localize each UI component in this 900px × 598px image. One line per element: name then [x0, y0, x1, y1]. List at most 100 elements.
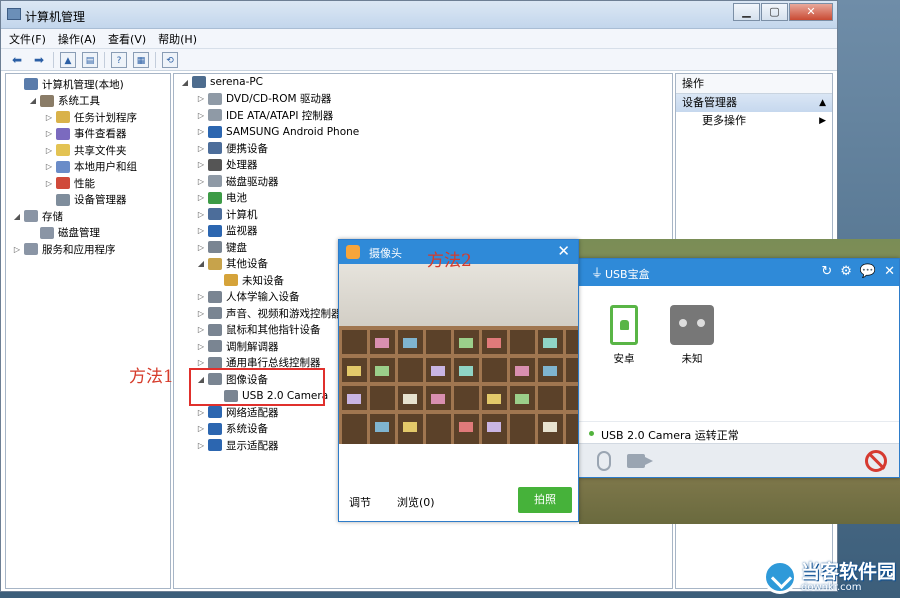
menu-help[interactable]: 帮助(H)	[158, 31, 197, 47]
device-tree-item[interactable]: ▷ 调制解调器	[196, 338, 279, 354]
maximize-button[interactable]: ▢	[761, 3, 788, 21]
menu-view[interactable]: 查看(V)	[108, 31, 146, 47]
device-tree-item[interactable]: ▷ 显示适配器	[196, 437, 279, 453]
refresh-icon[interactable]: ↻	[821, 264, 832, 279]
bookshelf	[339, 326, 578, 444]
device-tree-item[interactable]: ◢ 其他设备	[196, 256, 268, 272]
expander-triangle-icon[interactable]: ▷	[196, 127, 206, 136]
properties-icon[interactable]: ▦	[133, 51, 149, 68]
menu-action[interactable]: 操作(A)	[58, 31, 96, 47]
device-tree-item[interactable]: ▷ SAMSUNG Android Phone	[196, 124, 359, 140]
forward-arrow-icon[interactable]: ➡	[31, 52, 47, 68]
browse-link[interactable]: 浏览(0)	[397, 494, 435, 510]
expander-triangle-icon[interactable]: ▷	[196, 177, 206, 186]
console-tree-item[interactable]: ▷ 事件查看器	[44, 126, 127, 142]
device-tree-item[interactable]: ▷ 键盘	[196, 239, 247, 255]
up-folder-icon[interactable]: ▲	[60, 51, 76, 68]
device-unknown[interactable]: 未知	[667, 305, 717, 366]
device-tree-label: 调制解调器	[226, 340, 279, 353]
expander-triangle-icon[interactable]: ▷	[44, 179, 54, 188]
device-tree-item[interactable]: ▷ 人体学输入设备	[196, 289, 300, 305]
device-tree-item[interactable]: ▷ DVD/CD-ROM 驱动器	[196, 91, 331, 107]
show-hide-tree-icon[interactable]: ▤	[82, 51, 98, 68]
help-icon[interactable]: ?	[111, 51, 127, 68]
expander-triangle-icon[interactable]: ▷	[196, 325, 206, 334]
expander-triangle-icon[interactable]: ▷	[196, 94, 206, 103]
usb-guard-title-bar[interactable]: ⏚ USB宝盒 ↻ ⚙ 💬 ✕	[579, 259, 899, 286]
console-tree-item[interactable]: 磁盘管理	[28, 225, 100, 241]
expander-triangle-icon[interactable]: ▷	[44, 129, 54, 138]
expander-triangle-icon[interactable]: ▷	[196, 243, 206, 252]
actions-device-manager[interactable]: 设备管理器 ▲	[676, 94, 832, 112]
expander-triangle-icon[interactable]: ▷	[196, 441, 206, 450]
device-tree-item[interactable]: ▷ 便携设备	[196, 140, 268, 156]
expander-triangle-icon[interactable]: ◢	[196, 259, 206, 268]
shelf-item	[459, 366, 473, 376]
expander-triangle-icon[interactable]: ▷	[196, 210, 206, 219]
console-tree-item[interactable]: 计算机管理(本地)	[12, 76, 124, 92]
mouse-icon[interactable]	[597, 451, 611, 471]
console-tree-item[interactable]: 设备管理器	[44, 192, 127, 208]
console-tree-item[interactable]: ▷ 性能	[44, 175, 95, 191]
feedback-icon[interactable]: 💬	[860, 264, 876, 279]
android-phone-icon	[610, 305, 638, 345]
device-tree-item[interactable]: ▷ 鼠标和其他指针设备	[196, 322, 321, 338]
device-tree-item[interactable]: ▷ 监视器	[196, 223, 258, 239]
console-tree-item[interactable]: ◢ 存储	[12, 208, 63, 224]
expander-triangle-icon[interactable]: ▷	[196, 111, 206, 120]
expander-triangle-icon[interactable]: ◢	[12, 212, 22, 221]
settings-gear-icon[interactable]: ⚙	[840, 264, 852, 279]
device-android[interactable]: 安卓	[599, 305, 649, 366]
wifi-disabled-icon[interactable]	[865, 450, 887, 472]
expander-triangle-icon[interactable]: ▷	[196, 408, 206, 417]
console-tree-item[interactable]: ▷ 共享文件夹	[44, 142, 127, 158]
expander-triangle-icon[interactable]: ▷	[196, 342, 206, 351]
usb-close-icon[interactable]: ✕	[884, 264, 895, 279]
scan-hardware-icon[interactable]: ⟲	[162, 51, 178, 68]
expander-triangle-icon[interactable]: ▷	[196, 292, 206, 301]
console-tree-item[interactable]: ◢ 系统工具	[28, 93, 100, 109]
device-tree-label: 便携设备	[226, 142, 268, 155]
device-tree-item[interactable]: 未知设备	[212, 272, 284, 288]
expander-triangle-icon[interactable]: ▷	[196, 226, 206, 235]
expander-triangle-icon[interactable]: ▷	[196, 424, 206, 433]
expander-triangle-icon[interactable]: ▷	[44, 162, 54, 171]
camera-preview	[339, 264, 578, 444]
console-tree-item[interactable]: ▷ 服务和应用程序	[12, 241, 116, 257]
console-tree-item[interactable]: ▷ 任务计划程序	[44, 109, 137, 125]
camera-close-icon[interactable]: ✕	[557, 242, 570, 260]
console-tree: 计算机管理(本地) ◢ 系统工具 ▷ 任务计划程序 ▷ 事件查看器 ▷ 共享文件夹 ▷ 本地用户和组…	[5, 73, 171, 589]
device-tree-item[interactable]: ▷ 电池	[196, 190, 247, 206]
expander-triangle-icon[interactable]: ▷	[44, 146, 54, 155]
menu-file[interactable]: 文件(F)	[9, 31, 46, 47]
expander-triangle-icon[interactable]: ▷	[12, 245, 22, 254]
camera-icon[interactable]	[627, 454, 653, 468]
device-tree-item[interactable]: ▷ 声音、视频和游戏控制器	[196, 305, 342, 321]
ide-icon	[208, 109, 222, 121]
shelf-item	[375, 366, 389, 376]
device-tree-item[interactable]: ▷ 系统设备	[196, 421, 268, 437]
close-button[interactable]: ✕	[789, 3, 833, 21]
adjust-link[interactable]: 调节	[349, 494, 371, 510]
expander-triangle-icon[interactable]: ▷	[196, 193, 206, 202]
back-arrow-icon[interactable]: ⬅	[9, 52, 25, 68]
expander-triangle-icon[interactable]: ◢	[180, 78, 190, 87]
expander-triangle-icon[interactable]: ▷	[196, 144, 206, 153]
device-tree-item[interactable]: ▷ 磁盘驱动器	[196, 173, 279, 189]
pc-icon	[208, 208, 222, 220]
device-tree-item[interactable]: ▷ 计算机	[196, 206, 258, 222]
console-tree-item[interactable]: ▷ 本地用户和组	[44, 159, 137, 175]
device-tree-item[interactable]: ◢ serena-PC	[180, 74, 263, 90]
expander-triangle-icon[interactable]: ▷	[196, 358, 206, 367]
expander-triangle-icon[interactable]: ▷	[196, 160, 206, 169]
expander-triangle-icon[interactable]: ◢	[28, 96, 38, 105]
title-bar[interactable]: 计算机管理 ▁ ▢ ✕	[1, 1, 837, 29]
more-actions[interactable]: 更多操作 ▶	[676, 112, 832, 130]
device-tree-item[interactable]: ▷ IDE ATA/ATAPI 控制器	[196, 107, 333, 123]
expander-triangle-icon[interactable]: ▷	[196, 309, 206, 318]
minimize-button[interactable]: ▁	[733, 3, 760, 21]
expander-triangle-icon[interactable]: ▷	[44, 113, 54, 122]
take-photo-button[interactable]: 拍照	[518, 487, 572, 513]
device-tree-item[interactable]: ▷ 网络适配器	[196, 404, 279, 420]
device-tree-item[interactable]: ▷ 处理器	[196, 157, 258, 173]
